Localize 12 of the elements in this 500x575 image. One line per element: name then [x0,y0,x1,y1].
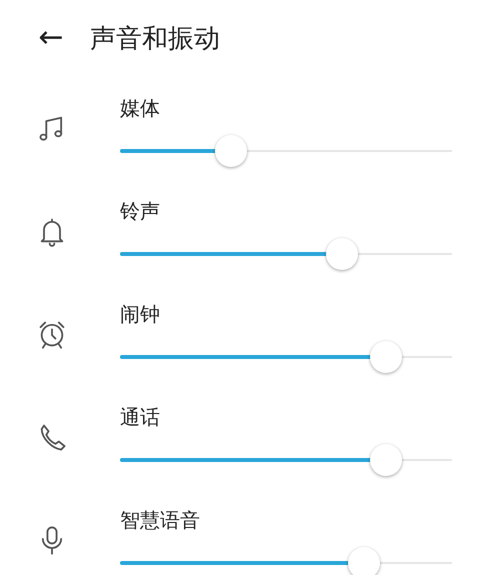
back-button[interactable]: ← [36,23,66,53]
volume-label: 铃声 [120,198,160,225]
volume-label: 智慧语音 [120,507,200,534]
volume-label: 闹钟 [120,301,160,328]
page-title: 声音和振动 [90,22,220,56]
slider-thumb[interactable] [370,444,402,476]
volume-label: 通话 [120,404,160,431]
volume-label: 媒体 [120,95,160,122]
slider-thumb[interactable] [326,238,358,270]
slider-thumb[interactable] [348,547,380,575]
slider-thumb[interactable] [370,341,402,373]
slider-thumb[interactable] [214,135,247,167]
